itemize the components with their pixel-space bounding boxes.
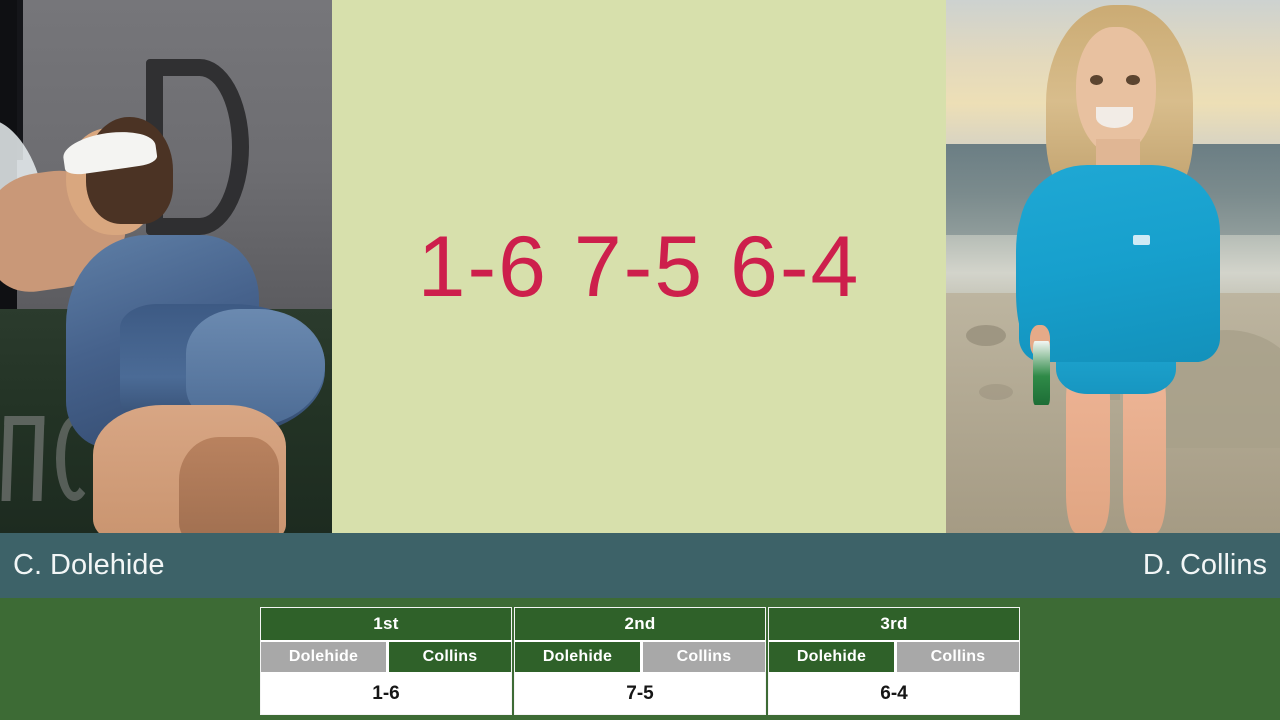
- set-label: 3rd: [769, 608, 1019, 640]
- sweatshirt-logo: [1133, 234, 1150, 246]
- player-left-leg-back: [179, 437, 279, 533]
- set-block: 1st Dolehide Collins 1-6: [260, 607, 512, 715]
- set-player-left-name: Dolehide: [261, 642, 386, 672]
- media-row: 1-6 7-5 6-4: [0, 0, 1280, 533]
- sand-track-lower: [979, 383, 1013, 400]
- player-left-name: C. Dolehide: [13, 549, 165, 581]
- player-right-smile: [1096, 106, 1134, 128]
- player-right-photo: [946, 0, 1280, 533]
- set-label: 2nd: [515, 608, 765, 640]
- player-left-photo: [0, 0, 332, 533]
- set-score-table-area: 1st Dolehide Collins 1-6 2nd Dolehide Co…: [0, 598, 1280, 720]
- player-right-face: [1076, 26, 1157, 155]
- set-player-right-name: Collins: [894, 642, 1019, 672]
- set-player-left-name: Dolehide: [515, 642, 640, 672]
- player-right-eye-right: [1126, 74, 1140, 86]
- player-right-eye-left: [1089, 74, 1103, 86]
- scoreboard-stage: 1-6 7-5 6-4 C. Dolehide D. Collins 1st D…: [0, 0, 1280, 720]
- player-right-sweatshirt: [1019, 165, 1220, 363]
- player-name-bar: C. Dolehide D. Collins: [0, 533, 1280, 598]
- headline-score-panel: 1-6 7-5 6-4: [332, 0, 946, 533]
- set-block: 3rd Dolehide Collins 6-4: [768, 607, 1020, 715]
- set-score-table: 1st Dolehide Collins 1-6 2nd Dolehide Co…: [260, 607, 1020, 720]
- set-score-value: 6-4: [769, 672, 1019, 714]
- headline-score: 1-6 7-5 6-4: [417, 218, 861, 315]
- set-player-header-row: Dolehide Collins: [515, 640, 765, 672]
- handheld-bottle: [1032, 341, 1050, 406]
- set-score-value: 1-6: [261, 672, 511, 714]
- set-score-value: 7-5: [515, 672, 765, 714]
- player-right-leg-right: [1123, 373, 1167, 533]
- backdrop-letter-a: [1, 415, 45, 501]
- set-block: 2nd Dolehide Collins 7-5: [514, 607, 766, 715]
- set-player-left-name: Dolehide: [769, 642, 894, 672]
- set-player-right-name: Collins: [640, 642, 765, 672]
- player-right-leg-left: [1066, 373, 1110, 533]
- set-player-right-name: Collins: [386, 642, 511, 672]
- set-label: 1st: [261, 608, 511, 640]
- set-player-header-row: Dolehide Collins: [769, 640, 1019, 672]
- set-player-header-row: Dolehide Collins: [261, 640, 511, 672]
- player-right-name: D. Collins: [1142, 549, 1267, 581]
